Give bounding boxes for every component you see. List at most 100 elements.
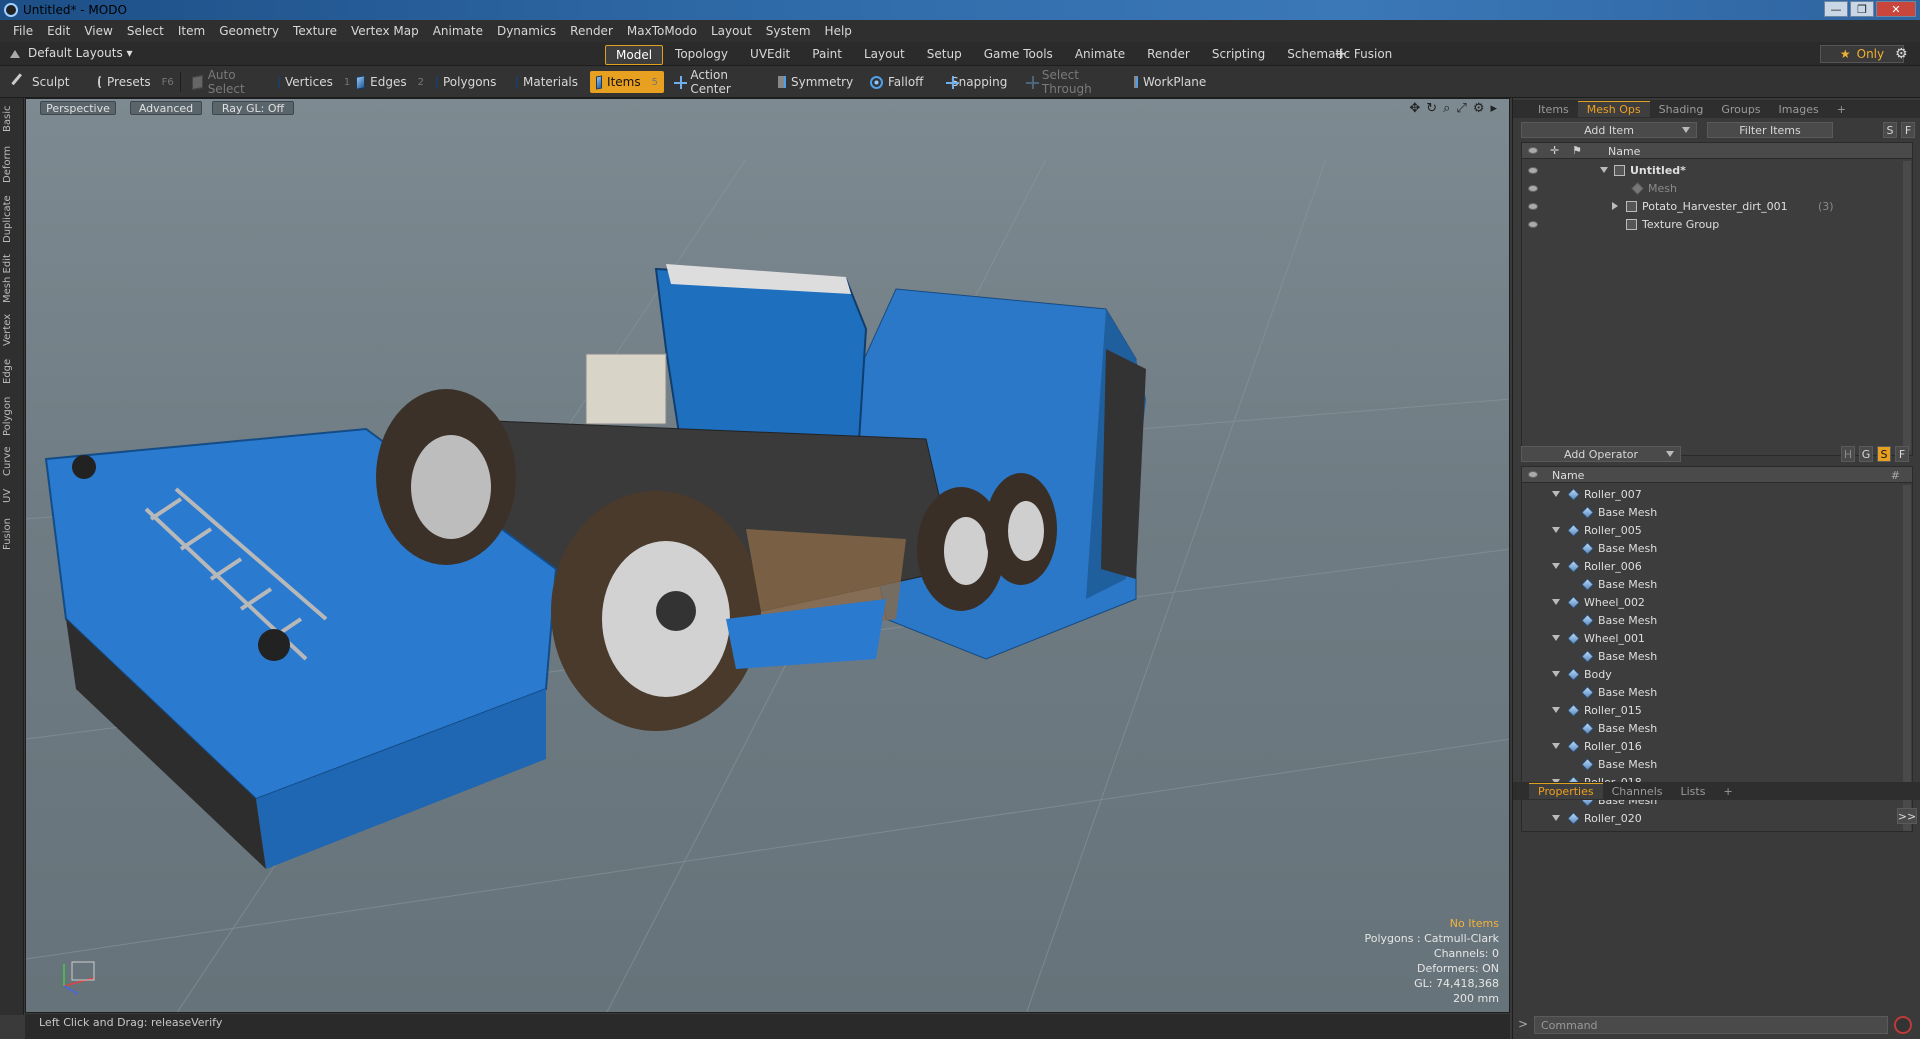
operator-child-row[interactable]: Base Mesh xyxy=(1522,647,1912,665)
operator-child-row[interactable]: Base Mesh xyxy=(1522,683,1912,701)
menu-layout[interactable]: Layout xyxy=(704,24,759,38)
layouts-dropdown[interactable]: Default Layouts ▾ xyxy=(10,46,133,60)
auto-select-button[interactable]: Auto Select xyxy=(186,68,268,96)
add-properties-tab-button[interactable]: + xyxy=(1714,783,1741,799)
vtab-fusion[interactable]: Fusion xyxy=(2,514,22,554)
operator-child-row[interactable]: Base Mesh xyxy=(1522,503,1912,521)
expand-toggle-icon[interactable] xyxy=(1552,599,1560,605)
menu-help[interactable]: Help xyxy=(818,24,859,38)
edges-button[interactable]: Edges 2 xyxy=(350,71,430,93)
items-button[interactable]: Items 5 xyxy=(590,71,664,93)
menu-file[interactable]: File xyxy=(6,24,40,38)
tab-render[interactable]: Render xyxy=(1137,45,1200,65)
menu-item[interactable]: Item xyxy=(171,24,212,38)
g-flag-button[interactable]: G xyxy=(1859,446,1873,462)
vtab-vertex[interactable]: Vertex xyxy=(2,312,22,348)
expand-toggle-icon[interactable] xyxy=(1552,671,1560,677)
expand-toggle-icon[interactable] xyxy=(1612,202,1618,210)
menu-maxtomodo[interactable]: MaxToModo xyxy=(620,24,704,38)
command-clear-icon[interactable] xyxy=(1894,1016,1912,1034)
tab-paint[interactable]: Paint xyxy=(802,45,852,65)
menu-system[interactable]: System xyxy=(759,24,818,38)
eye-icon[interactable] xyxy=(1528,220,1538,228)
expand-toggle-icon[interactable] xyxy=(1552,491,1560,497)
tab-scripting[interactable]: Scripting xyxy=(1202,45,1275,65)
h-flag-button[interactable]: H xyxy=(1841,446,1855,462)
menu-geometry[interactable]: Geometry xyxy=(212,24,286,38)
mesh-ops-scrollbar[interactable] xyxy=(1903,485,1911,831)
tree-row-scene[interactable]: Untitled* xyxy=(1522,161,1912,179)
menu-view[interactable]: View xyxy=(77,24,119,38)
expand-toggle-icon[interactable] xyxy=(1552,563,1560,569)
expand-properties-button[interactable]: >> xyxy=(1897,808,1917,824)
select-through-button[interactable]: Select Through xyxy=(1020,68,1124,96)
potato-harvester-model[interactable] xyxy=(26,99,1510,1013)
eye-icon[interactable] xyxy=(1528,166,1538,174)
eye-icon[interactable] xyxy=(1528,184,1538,192)
vtab-polygon[interactable]: Polygon xyxy=(2,394,22,438)
polygons-button[interactable]: Polygons xyxy=(430,71,502,93)
expand-toggle-icon[interactable] xyxy=(1552,815,1560,821)
filter-items-input[interactable]: Filter Items xyxy=(1707,122,1833,138)
operator-row[interactable]: Roller_005 xyxy=(1522,521,1912,539)
operator-row[interactable]: Wheel_002 xyxy=(1522,593,1912,611)
add-item-dropdown[interactable]: Add Item xyxy=(1521,122,1697,138)
operator-row[interactable]: Body xyxy=(1522,665,1912,683)
expand-toggle-icon[interactable] xyxy=(1600,167,1608,173)
tab-lists[interactable]: Lists xyxy=(1672,783,1715,799)
menu-vertex-map[interactable]: Vertex Map xyxy=(344,24,426,38)
items-scrollbar[interactable] xyxy=(1903,161,1911,451)
add-panel-tab-button[interactable]: + xyxy=(1828,101,1855,117)
operator-child-row[interactable]: Base Mesh xyxy=(1522,719,1912,737)
snapping-button[interactable]: Snapping xyxy=(940,71,1012,93)
tab-model[interactable]: Model xyxy=(605,45,664,65)
maximize-button[interactable]: ❐ xyxy=(1850,1,1874,17)
only-button[interactable]: ★ Only xyxy=(1820,45,1904,63)
symmetry-button[interactable]: Symmetry xyxy=(772,71,853,93)
tab-items[interactable]: Items xyxy=(1529,101,1578,117)
tree-row-texture-group[interactable]: Texture Group xyxy=(1522,215,1912,233)
3d-viewport[interactable]: Perspective Advanced Ray GL: Off ✥ ↻ ⌕ ⤢… xyxy=(25,98,1510,1013)
operator-child-row[interactable]: Base Mesh xyxy=(1522,755,1912,773)
expand-toggle-icon[interactable] xyxy=(1552,743,1560,749)
f-flag-button[interactable]: F xyxy=(1895,446,1909,462)
action-center-button[interactable]: Action Center xyxy=(668,68,768,96)
add-tab-button[interactable]: + xyxy=(1334,44,1347,63)
presets-button[interactable]: Presets F6 xyxy=(92,71,176,93)
expand-toggle-icon[interactable] xyxy=(1552,635,1560,641)
collapse-up-icon[interactable] xyxy=(10,48,20,58)
vtab-edge[interactable]: Edge xyxy=(2,356,22,386)
menu-dynamics[interactable]: Dynamics xyxy=(490,24,563,38)
expand-toggle-icon[interactable] xyxy=(1552,527,1560,533)
tree-row-mesh[interactable]: Mesh xyxy=(1522,179,1912,197)
operator-row[interactable]: Roller_007 xyxy=(1522,485,1912,503)
operator-row[interactable]: Roller_016 xyxy=(1522,737,1912,755)
vtab-mesh-edit[interactable]: Mesh Edit xyxy=(2,254,22,304)
menu-edit[interactable]: Edit xyxy=(40,24,77,38)
operator-child-row[interactable]: Base Mesh xyxy=(1522,611,1912,629)
tab-uvedit[interactable]: UVEdit xyxy=(740,45,800,65)
operator-row[interactable]: Roller_006 xyxy=(1522,557,1912,575)
tab-layout[interactable]: Layout xyxy=(854,45,915,65)
gear-icon[interactable]: ⚙ xyxy=(1895,46,1908,62)
vertices-button[interactable]: Vertices 1 xyxy=(272,71,350,93)
s-flag-button[interactable]: S xyxy=(1877,446,1891,462)
tab-shading[interactable]: Shading xyxy=(1650,101,1713,117)
vtab-curve[interactable]: Curve xyxy=(2,444,22,478)
expand-toggle-icon[interactable] xyxy=(1552,707,1560,713)
close-button[interactable]: ✕ xyxy=(1876,1,1916,17)
vtab-uv[interactable]: UV xyxy=(2,486,22,506)
tab-channels[interactable]: Channels xyxy=(1603,783,1672,799)
tab-game-tools[interactable]: Game Tools xyxy=(974,45,1063,65)
vtab-deform[interactable]: Deform xyxy=(2,144,22,184)
tab-animate[interactable]: Animate xyxy=(1065,45,1135,65)
operator-row[interactable]: Wheel_001 xyxy=(1522,629,1912,647)
operator-child-row[interactable]: Base Mesh xyxy=(1522,575,1912,593)
falloff-button[interactable]: Falloff xyxy=(864,71,930,93)
sculpt-button[interactable]: Sculpt xyxy=(8,71,88,93)
add-operator-dropdown[interactable]: Add Operator xyxy=(1521,446,1681,462)
tab-properties[interactable]: Properties xyxy=(1529,783,1603,799)
tab-images[interactable]: Images xyxy=(1770,101,1828,117)
materials-button[interactable]: Materials xyxy=(510,71,584,93)
operator-row[interactable]: Roller_020 xyxy=(1522,809,1912,827)
